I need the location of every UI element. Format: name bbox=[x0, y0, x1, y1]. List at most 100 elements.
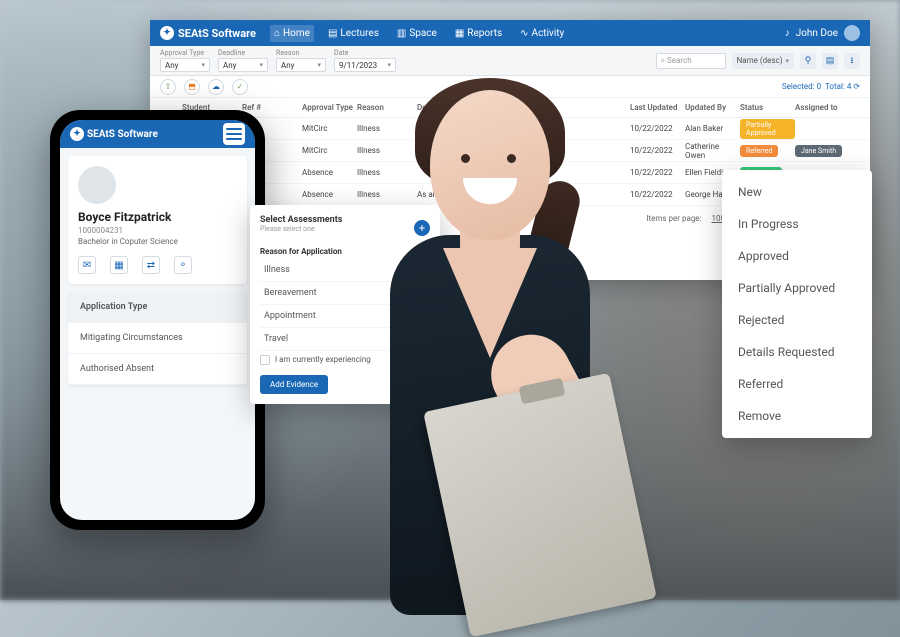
share-icon[interactable]: ⚬ bbox=[174, 256, 192, 274]
hamburger-icon bbox=[226, 128, 242, 140]
pulse-icon: ∿ bbox=[520, 28, 528, 39]
hamburger-button[interactable] bbox=[223, 123, 245, 145]
ctx-item-rejected[interactable]: Rejected bbox=[722, 304, 872, 336]
refresh-icon[interactable]: ⟳ bbox=[853, 82, 860, 91]
chevron-down-icon: ▾ bbox=[317, 61, 321, 69]
status-badge[interactable]: Referred bbox=[740, 145, 778, 157]
mail-icon[interactable]: ✉ bbox=[78, 256, 96, 274]
cell-type: Absence bbox=[302, 190, 357, 199]
chart-icon: ▦ bbox=[455, 28, 464, 39]
filter-deadline[interactable]: Deadline Any▾ bbox=[218, 49, 268, 72]
table-header: Student Ref # Approval Type Reason Descr… bbox=[150, 98, 870, 118]
cloud-icon[interactable]: ☁ bbox=[208, 79, 224, 95]
cell-updated: 10/22/2022 bbox=[630, 168, 685, 177]
filter-reason[interactable]: Reason Any▾ bbox=[276, 49, 326, 72]
search-icon: ⌕ bbox=[661, 56, 665, 66]
download-icon[interactable]: ⭳ bbox=[844, 53, 860, 69]
nav-lectures[interactable]: ▤Lectures bbox=[324, 25, 383, 42]
brand-logo: ✦ SEAtS Software bbox=[160, 26, 256, 40]
student-id: 1000004231 bbox=[78, 226, 237, 235]
cell-reason: Illness bbox=[357, 124, 417, 133]
chevron-down-icon: ▾ bbox=[201, 61, 205, 69]
tab-authorised[interactable]: Authorised Absent bbox=[68, 354, 247, 385]
app-header: ✦ SEAtS Software ⌂Home ▤Lectures ▥Space … bbox=[150, 20, 870, 46]
confirm-checkbox[interactable]: I am currently experiencing bbox=[260, 355, 430, 365]
cell-updated: 10/22/2022 bbox=[630, 190, 685, 199]
add-evidence-button[interactable]: Add Evidence bbox=[260, 375, 328, 394]
reason-option-bereavement[interactable]: Bereavement bbox=[260, 282, 430, 305]
approve-icon[interactable]: ✓ bbox=[232, 79, 248, 95]
avatar[interactable] bbox=[844, 25, 860, 41]
tab-mitigating[interactable]: Mitigating Circumstances bbox=[68, 323, 247, 354]
modal-section-heading: Reason for Application bbox=[260, 247, 430, 256]
status-badge[interactable]: Partially Approved bbox=[740, 119, 795, 139]
bell-icon[interactable]: ♪ bbox=[785, 28, 790, 39]
filter-bar: Approval Type Any▾ Deadline Any▾ Reason … bbox=[150, 46, 870, 76]
cell-reason: Illness bbox=[357, 146, 417, 155]
modal-subtitle: Please select one bbox=[260, 225, 342, 233]
columns-icon[interactable]: ▤ bbox=[822, 53, 838, 69]
add-button[interactable]: + bbox=[414, 220, 430, 236]
reason-option-illness[interactable]: Illness bbox=[260, 259, 430, 282]
assigned-badge: Jane Smith bbox=[795, 145, 842, 157]
cell-desc: As an at... bbox=[417, 190, 630, 199]
nav-reports[interactable]: ▦Reports bbox=[451, 25, 506, 42]
calendar-icon[interactable]: ▦ bbox=[110, 256, 128, 274]
profile-action-row: ✉ ▦ ⇄ ⚬ bbox=[78, 256, 237, 274]
nav-activity[interactable]: ∿Activity bbox=[516, 25, 568, 42]
filter-icon[interactable]: ⚲ bbox=[800, 53, 816, 69]
chevron-down-icon: ▾ bbox=[785, 57, 789, 65]
chevron-down-icon: ▾ bbox=[259, 61, 263, 69]
cell-by: Catherine Owen bbox=[685, 142, 740, 160]
reason-option-travel[interactable]: Travel bbox=[260, 328, 430, 351]
cell-updated: 10/22/2022 bbox=[630, 146, 685, 155]
cell-updated: 10/22/2022 bbox=[630, 124, 685, 133]
ctx-item-new[interactable]: New bbox=[722, 176, 872, 208]
status-context-menu: NewIn ProgressApprovedPartially Approved… bbox=[722, 170, 872, 438]
cell-type: Absence bbox=[302, 168, 357, 177]
mobile-header: ✦SEAtS Software bbox=[60, 120, 255, 148]
student-name: Boyce Fitzpatrick bbox=[78, 210, 237, 224]
student-course: Bachelor in Coputer Science bbox=[78, 237, 237, 246]
ctx-item-details-requested[interactable]: Details Requested bbox=[722, 336, 872, 368]
selection-summary: Selected: 0 Total: 4 ⟳ bbox=[782, 82, 860, 91]
home-icon: ⌂ bbox=[274, 28, 280, 39]
calendar-icon: ▾ bbox=[387, 61, 391, 69]
cell-reason: Illness bbox=[357, 168, 417, 177]
mobile-brand: ✦SEAtS Software bbox=[70, 127, 158, 141]
cell-type: MitCirc bbox=[302, 124, 357, 133]
export-icon[interactable]: ⇪ bbox=[160, 79, 176, 95]
student-profile-card: Boyce Fitzpatrick 1000004231 Bachelor in… bbox=[68, 156, 247, 284]
filter-date[interactable]: Date 9/11/2023▾ bbox=[334, 49, 396, 72]
tag-icon[interactable]: ⬒ bbox=[184, 79, 200, 95]
ctx-item-in-progress[interactable]: In Progress bbox=[722, 208, 872, 240]
brand-name: SEAtS Software bbox=[178, 27, 256, 40]
cell-by: Alan Baker bbox=[685, 124, 740, 133]
brand-mark-icon: ✦ bbox=[160, 26, 174, 40]
nav-space[interactable]: ▥Space bbox=[393, 25, 441, 42]
sort-select[interactable]: Name (desc)▾ bbox=[732, 53, 794, 69]
reason-option-appointment[interactable]: Appointment bbox=[260, 305, 430, 328]
link-icon[interactable]: ⇄ bbox=[142, 256, 160, 274]
table-toolbar: ⇪ ⬒ ☁ ✓ Selected: 0 Total: 4 ⟳ bbox=[150, 76, 870, 98]
cell-reason: Illness bbox=[357, 190, 417, 199]
filter-approval-type[interactable]: Approval Type Any▾ bbox=[160, 49, 210, 72]
ctx-item-partially-approved[interactable]: Partially Approved bbox=[722, 272, 872, 304]
nav-home[interactable]: ⌂Home bbox=[270, 25, 314, 42]
tab-application-type[interactable]: Application Type bbox=[68, 292, 247, 323]
assessment-modal: Select Assessments Please select one + R… bbox=[250, 205, 440, 404]
modal-title: Select Assessments bbox=[260, 215, 342, 225]
user-name: John Doe bbox=[796, 28, 838, 39]
ctx-item-referred[interactable]: Referred bbox=[722, 368, 872, 400]
ctx-item-approved[interactable]: Approved bbox=[722, 240, 872, 272]
book-icon: ▤ bbox=[328, 28, 337, 39]
phone-screen: ✦SEAtS Software Boyce Fitzpatrick 100000… bbox=[60, 120, 255, 520]
building-icon: ▥ bbox=[397, 28, 406, 39]
brand-mark-icon: ✦ bbox=[70, 127, 84, 141]
mobile-tab-list: Application Type Mitigating Circumstance… bbox=[68, 292, 247, 385]
search-input[interactable]: ⌕ Search bbox=[656, 53, 726, 69]
phone-mockup: ✦SEAtS Software Boyce Fitzpatrick 100000… bbox=[50, 110, 265, 530]
user-menu[interactable]: ♪ John Doe bbox=[785, 25, 860, 41]
ctx-item-remove[interactable]: Remove bbox=[722, 400, 872, 432]
cell-type: MitCirc bbox=[302, 146, 357, 155]
